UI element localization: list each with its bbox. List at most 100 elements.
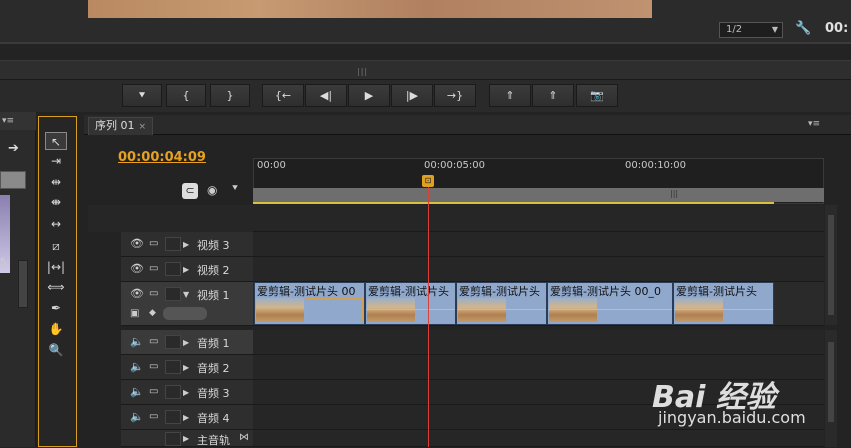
play-button[interactable]: ▶ [348, 84, 390, 107]
go-to-out-button[interactable]: →} [434, 84, 476, 107]
divider [0, 42, 851, 44]
grip-icon[interactable]: ||| [357, 67, 368, 76]
clip[interactable]: 爱剪辑-测试片头 00_0 [547, 282, 673, 325]
arrow-right-icon[interactable]: ➔ [8, 141, 19, 156]
clip-thumbnail [458, 298, 506, 322]
track-lane-audio-1[interactable] [253, 330, 824, 355]
bowtie-icon[interactable]: ⋈ [239, 432, 249, 443]
clip[interactable]: 爱剪辑-测试片头 [456, 282, 547, 325]
film-icon[interactable]: ▭ [149, 361, 158, 372]
collapse-icon[interactable]: ▼ [183, 290, 189, 299]
keyframe-nav[interactable] [163, 307, 207, 320]
slip-tool-icon[interactable]: |↔| [45, 258, 67, 276]
eye-icon[interactable]: 👁 [130, 262, 144, 275]
lock-toggle[interactable] [165, 432, 181, 446]
ruler-label: 00:00 [257, 160, 286, 171]
speaker-icon[interactable]: 🔈 [130, 360, 144, 373]
step-back-button[interactable]: ◀| [305, 84, 347, 107]
track-lane-video-2[interactable] [253, 257, 824, 282]
film-icon[interactable]: ▭ [149, 238, 158, 249]
pen-tool-icon[interactable]: ✒ [45, 299, 67, 317]
wrench-icon[interactable]: 🔧 [795, 21, 811, 37]
tab-sequence-01[interactable]: 序列 01 × [88, 117, 154, 135]
work-area-bar[interactable] [253, 188, 824, 202]
lock-toggle[interactable] [165, 237, 181, 251]
search-input[interactable] [0, 171, 26, 189]
extract-button[interactable]: ⇑ [532, 84, 574, 107]
lift-button[interactable]: ⇑ [489, 84, 531, 107]
lock-toggle[interactable] [165, 385, 181, 399]
track-header-spacer [88, 205, 253, 232]
expand-icon[interactable]: ▶ [183, 265, 189, 274]
display-style-icon[interactable]: ▣ [130, 308, 139, 319]
clip[interactable]: 爱剪辑-测试片头 [673, 282, 774, 325]
razor-tool-icon[interactable]: ⧄ [45, 237, 67, 255]
scrub-bar[interactable]: ||| [0, 60, 851, 80]
scrollbar[interactable] [18, 260, 28, 308]
set-marker-button[interactable]: ⯆ [122, 84, 162, 107]
playhead-handle[interactable]: ⊡ [422, 175, 434, 187]
film-icon[interactable]: ▭ [149, 386, 158, 397]
clip-name: 爱剪辑-测试片头 [676, 285, 757, 298]
lock-toggle[interactable] [165, 262, 181, 276]
track-lane-video-3[interactable] [253, 232, 824, 257]
expand-icon[interactable]: ▶ [183, 388, 189, 397]
track-header-audio-4: 🔈 ▭ ▶ 音频 4 [121, 405, 253, 430]
eye-icon[interactable]: 👁 [130, 287, 144, 300]
keyframe-icon[interactable]: ◆ [149, 308, 156, 318]
ruler-label: 00:00:05:00 [424, 160, 486, 171]
film-icon[interactable]: ▭ [149, 336, 158, 347]
track-label: 音频 4 [197, 412, 230, 425]
tab-label: 序列 01 [95, 119, 135, 132]
expand-icon[interactable]: ▶ [183, 434, 189, 443]
lock-toggle[interactable] [165, 360, 181, 374]
lock-toggle[interactable] [165, 410, 181, 424]
film-icon[interactable]: ▭ [149, 263, 158, 274]
zoom-select[interactable]: 1/2 ▼ [719, 22, 783, 38]
expand-icon[interactable]: ▶ [183, 338, 189, 347]
selection-tool-icon[interactable]: ↖ [45, 132, 67, 150]
film-icon[interactable]: ▭ [149, 411, 158, 422]
work-area-range [253, 202, 774, 204]
film-icon[interactable]: ▭ [149, 288, 158, 299]
track-lane-master[interactable] [253, 430, 824, 447]
speaker-icon[interactable]: 🔈 [130, 385, 144, 398]
export-frame-button[interactable]: 📷 [576, 84, 618, 107]
panel-menu-icon[interactable]: ▾≡ [808, 119, 820, 129]
mark-out-button[interactable]: } [210, 84, 250, 107]
rolling-edit-tool-icon[interactable]: ⇼ [45, 193, 67, 211]
lock-toggle[interactable] [165, 287, 181, 301]
rate-stretch-tool-icon[interactable]: ↔ [45, 215, 67, 233]
clip-name: 爱剪辑-测试片头 00_0 [550, 285, 661, 298]
zoom-tool-icon[interactable]: 🔍 [45, 341, 67, 359]
eye-icon[interactable]: 👁 [130, 237, 144, 250]
lock-toggle[interactable] [165, 335, 181, 349]
expand-icon[interactable]: ▶ [183, 240, 189, 249]
clip[interactable]: 爱剪辑-测试片头 00 [254, 282, 365, 325]
expand-icon[interactable]: ▶ [183, 413, 189, 422]
expand-icon[interactable]: ▶ [183, 363, 189, 372]
ripple-edit-tool-icon[interactable]: ⇹ [45, 173, 67, 191]
grip-icon[interactable]: ||| [670, 189, 678, 198]
snap-icon[interactable]: ⊂ [182, 183, 198, 199]
sequence-timecode[interactable]: 00:00:04:09 [118, 150, 206, 165]
panel-menu-icon[interactable]: ▾≡ [2, 116, 14, 126]
marker-icon[interactable]: ⯆ [231, 183, 239, 194]
slide-tool-icon[interactable]: ⟺ [45, 278, 67, 296]
step-forward-button[interactable]: |▶ [391, 84, 433, 107]
scroll-thumb[interactable] [828, 342, 834, 422]
watermark-url: jingyan.baidu.com [658, 408, 806, 427]
track-select-tool-icon[interactable]: ⇥ [45, 152, 67, 170]
speaker-icon[interactable]: 🔈 [130, 410, 144, 423]
close-icon[interactable]: × [139, 122, 147, 132]
clip[interactable]: 爱剪辑-测试片头 [365, 282, 456, 325]
speaker-icon[interactable]: 🔈 [130, 335, 144, 348]
playhead-line [428, 187, 429, 447]
track-header-video-3: 👁 ▭ ▶ 视频 3 [121, 232, 253, 257]
globe-marker-icon[interactable]: ◉ [207, 183, 217, 197]
track-label: 音频 2 [197, 362, 230, 375]
scroll-thumb[interactable] [828, 215, 834, 315]
go-to-in-button[interactable]: {← [262, 84, 304, 107]
mark-in-button[interactable]: { [166, 84, 206, 107]
hand-tool-icon[interactable]: ✋ [45, 320, 67, 338]
